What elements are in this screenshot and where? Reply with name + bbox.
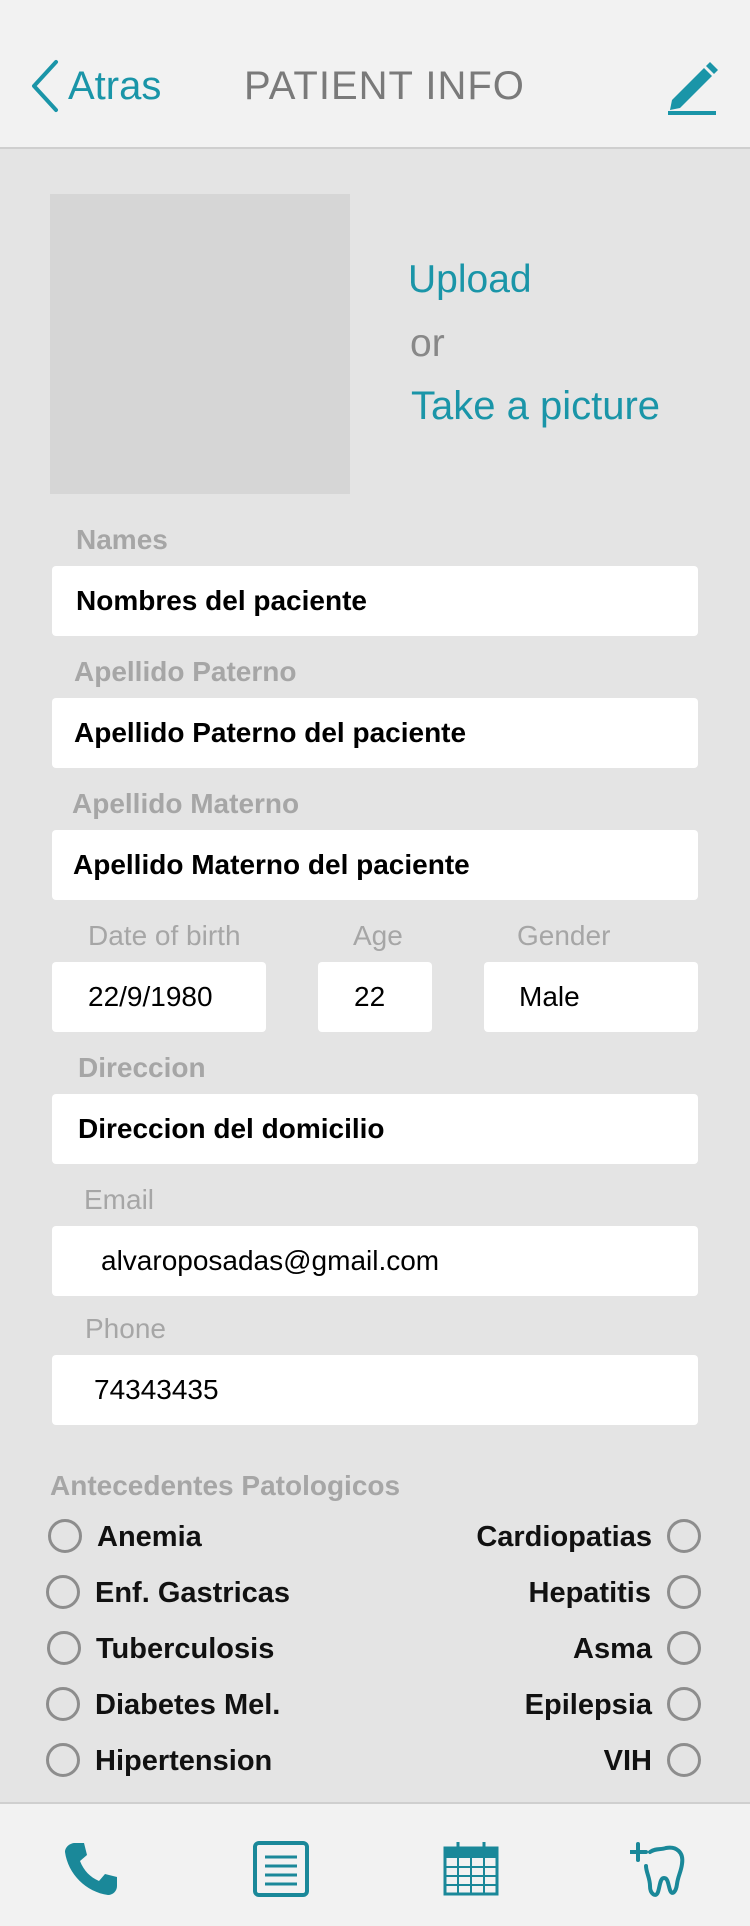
- back-button[interactable]: Atras: [28, 58, 161, 114]
- apellido-materno-label: Apellido Materno: [72, 788, 300, 819]
- gender-field[interactable]: Male: [484, 962, 698, 1032]
- option-label-epilepsia: Epilepsia: [524, 1689, 652, 1721]
- calendar-icon[interactable]: [442, 1840, 500, 1898]
- page-title: PATIENT INFO: [244, 64, 525, 108]
- option-label-enf-gastricas: Enf. Gastricas: [95, 1577, 291, 1609]
- phone-icon[interactable]: [62, 1840, 120, 1898]
- apellido-paterno-label: Apellido Paterno: [74, 656, 297, 687]
- radio-diabetes[interactable]: [46, 1687, 80, 1721]
- date-of-birth-label: Date of birth: [88, 920, 241, 951]
- bottom-nav: [0, 1802, 750, 1926]
- radio-anemia[interactable]: [48, 1519, 82, 1553]
- antecedentes-title: Antecedentes Patologicos: [50, 1470, 401, 1501]
- radio-enf-gastricas[interactable]: [46, 1575, 80, 1609]
- radio-hepatitis[interactable]: [667, 1575, 701, 1609]
- apellido-materno-field[interactable]: Apellido Materno del paciente: [52, 830, 698, 900]
- age-label: Age: [353, 920, 403, 951]
- option-label-tuberculosis: Tuberculosis: [96, 1633, 275, 1665]
- option-label-anemia: Anemia: [97, 1521, 202, 1553]
- names-field[interactable]: Nombres del paciente: [52, 566, 698, 636]
- chevron-left-icon: [32, 60, 58, 112]
- option-label-diabetes: Diabetes Mel.: [95, 1689, 281, 1721]
- age-field[interactable]: 22: [318, 962, 432, 1032]
- radio-asma[interactable]: [667, 1631, 701, 1665]
- email-label: Email: [84, 1184, 155, 1215]
- option-label-vih: VIH: [603, 1745, 652, 1777]
- radio-cardiopatias[interactable]: [667, 1519, 701, 1553]
- back-label: Atras: [68, 63, 162, 108]
- radio-hipertension[interactable]: [46, 1743, 80, 1777]
- radio-epilepsia[interactable]: [667, 1687, 701, 1721]
- dental-icon[interactable]: [630, 1840, 688, 1898]
- direccion-label: Direccion: [78, 1052, 206, 1083]
- gender-label: Gender: [517, 920, 611, 951]
- option-label-hipertension: Hipertension: [95, 1745, 273, 1777]
- notes-icon[interactable]: [252, 1840, 310, 1898]
- radio-vih[interactable]: [667, 1743, 701, 1777]
- radio-tuberculosis[interactable]: [47, 1631, 81, 1665]
- upload-link[interactable]: Upload: [408, 258, 532, 302]
- top-bar: Atras PATIENT INFO: [0, 0, 750, 149]
- names-label: Names: [76, 524, 168, 555]
- option-label-hepatitis: Hepatitis: [528, 1577, 651, 1609]
- option-label-cardiopatias: Cardiopatias: [476, 1521, 652, 1553]
- or-text: or: [410, 322, 445, 365]
- pencil-icon[interactable]: [664, 58, 720, 116]
- phone-label: Phone: [85, 1313, 166, 1344]
- take-picture-link[interactable]: Take a picture: [411, 384, 660, 429]
- phone-field[interactable]: 74343435: [52, 1355, 698, 1425]
- option-label-asma: Asma: [573, 1633, 652, 1665]
- date-of-birth-field[interactable]: 22/9/1980: [52, 962, 266, 1032]
- direccion-field[interactable]: Direccion del domicilio: [52, 1094, 698, 1164]
- apellido-paterno-field[interactable]: Apellido Paterno del paciente: [52, 698, 698, 768]
- email-field[interactable]: alvaroposadas@gmail.com: [52, 1226, 698, 1296]
- patient-photo-placeholder[interactable]: [50, 194, 350, 494]
